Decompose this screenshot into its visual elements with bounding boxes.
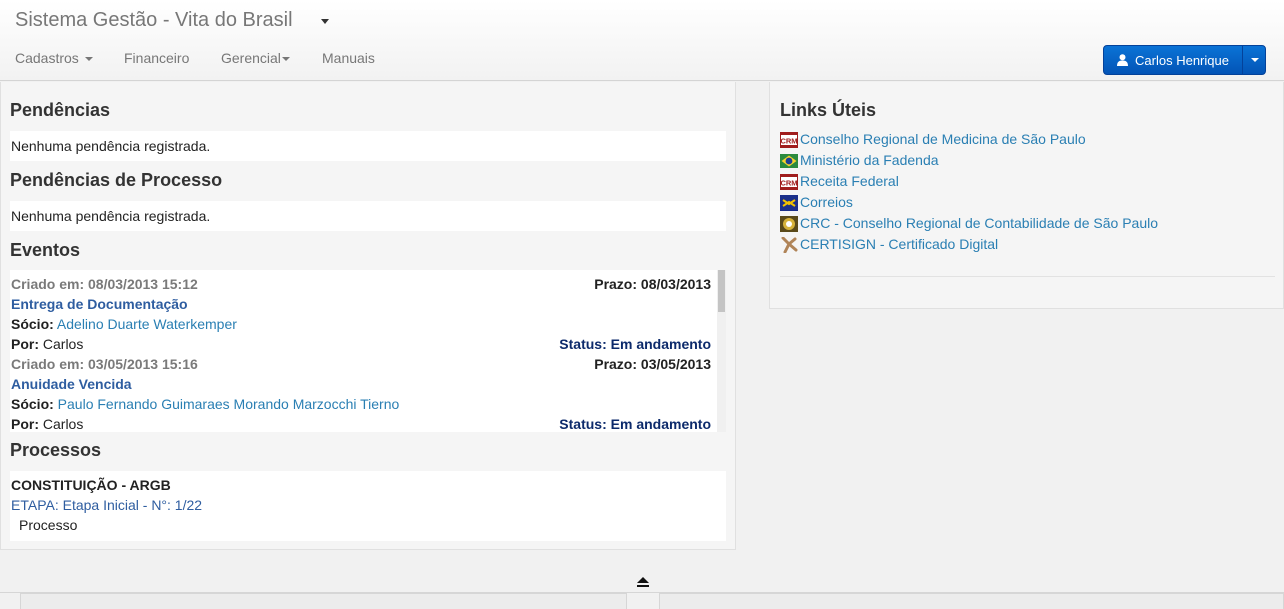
- event-por-row: Por: Carlos Status: Em andamento: [11, 336, 711, 356]
- processo-link[interactable]: Processo: [19, 517, 77, 533]
- event-created-value: 03/05/2013 15:16: [88, 356, 198, 372]
- nav-gerencial-label: Gerencial: [221, 50, 281, 66]
- event-socio-row: Sócio: Adelino Duarte Waterkemper: [11, 316, 711, 336]
- event-title[interactable]: Anuidade Vencida: [11, 376, 132, 392]
- correios-icon: [780, 195, 798, 211]
- app-brand[interactable]: Sistema Gestão - Vita do Brasil: [15, 9, 293, 32]
- link-label: Receita Federal: [800, 173, 899, 189]
- pendencias-processo-title: Pendências de Processo: [10, 170, 223, 190]
- certisign-icon: [781, 237, 798, 253]
- pendencias-title: Pendências: [10, 100, 111, 120]
- event-por-row: Por: Carlos Status: Em andamento: [11, 416, 711, 432]
- user-dropdown-toggle[interactable]: [1242, 46, 1266, 74]
- event-socio-link[interactable]: Adelino Duarte Waterkemper: [57, 316, 237, 332]
- event-status-value: Em andamento: [610, 416, 711, 432]
- event-por-value: Carlos: [42, 416, 84, 432]
- right-panel: Links Úteis CRM Conselho Regional de Med…: [769, 82, 1284, 309]
- event-deadline-value: 08/03/2013: [640, 276, 711, 292]
- processo-etapa: ETAPA: Etapa Inicial - N°: 1/22: [11, 497, 203, 513]
- event-por-label: Por:: [11, 416, 39, 432]
- user-button[interactable]: Carlos Henrique: [1104, 46, 1242, 74]
- svg-text:CRM: CRM: [780, 179, 797, 188]
- event-title[interactable]: Entrega de Documentação: [11, 296, 188, 312]
- event-deadline-label: Prazo:: [594, 356, 638, 372]
- nav-cadastros-label: Cadastros: [15, 50, 79, 66]
- crc-icon: [780, 216, 798, 232]
- event-deadline-label: Prazo:: [594, 276, 638, 292]
- event-deadline: Prazo: 08/03/2013: [594, 276, 711, 292]
- event-created-label: Criado em:: [11, 276, 85, 292]
- brand-dropdown-caret-icon[interactable]: [321, 19, 329, 24]
- processos-title: Processos: [10, 440, 102, 460]
- event-socio-row: Sócio: Paulo Fernando Guimaraes Morando …: [11, 396, 711, 416]
- top-navbar: Sistema Gestão - Vita do Brasil Cadastro…: [0, 0, 1284, 81]
- crm-icon: CRM: [780, 174, 798, 190]
- processo-name: CONSTITUIÇÃO - ARGB: [11, 477, 171, 493]
- event-created-row: Criado em: 03/05/2013 15:16 Prazo: 03/05…: [11, 356, 711, 376]
- user-menu-button-group: Carlos Henrique: [1103, 45, 1266, 75]
- svg-text:CRM: CRM: [780, 137, 797, 146]
- pendencias-box: Nenhuma pendência registrada.: [10, 131, 726, 161]
- pendencias-processo-box: Nenhuma pendência registrada.: [10, 201, 726, 231]
- nav-financeiro-label: Financeiro: [124, 50, 190, 66]
- event-socio-label: Sócio:: [11, 316, 54, 332]
- pendencias-processo-message: Nenhuma pendência registrada.: [11, 208, 211, 224]
- link-label: Correios: [800, 194, 853, 210]
- nav-gerencial[interactable]: Gerencial: [221, 50, 290, 66]
- event-por-label: Por:: [11, 336, 39, 352]
- pendencias-message: Nenhuma pendência registrada.: [11, 138, 211, 154]
- chevron-down-icon: [84, 57, 93, 62]
- event-por-value: Carlos: [42, 336, 84, 352]
- event-status: Status: Em andamento: [559, 416, 711, 432]
- links-uteis-title: Links Úteis: [780, 100, 877, 120]
- event-title-row: Anuidade Vencida: [11, 376, 711, 396]
- link-label: CERTISIGN - Certificado Digital: [800, 236, 999, 252]
- link-label: CRC - Conselho Regional de Contabilidade…: [800, 215, 1159, 231]
- event-socio-link[interactable]: Paulo Fernando Guimaraes Morando Marzocc…: [58, 396, 400, 412]
- eject-icon[interactable]: [636, 575, 650, 591]
- chevron-down-icon: [281, 57, 290, 62]
- event-status-value: Em andamento: [610, 336, 711, 352]
- left-panel: Pendências Nenhuma pendência registrada.…: [0, 82, 736, 550]
- nav-manuais-label: Manuais: [322, 50, 375, 66]
- brazil-flag-icon: [780, 154, 798, 168]
- footer-tab-right[interactable]: [659, 593, 1284, 609]
- nav-manuais[interactable]: Manuais: [322, 50, 375, 66]
- processos-box: CONSTITUIÇÃO - ARGB ETAPA: Etapa Inicial…: [10, 471, 726, 541]
- event-status-label: Status:: [559, 336, 607, 352]
- event-deadline-value: 03/05/2013: [640, 356, 711, 372]
- eventos-scrollbar[interactable]: [717, 270, 726, 432]
- event-deadline: Prazo: 03/05/2013: [594, 356, 711, 372]
- nav-cadastros[interactable]: Cadastros: [15, 50, 93, 66]
- event-socio-label: Sócio:: [11, 396, 54, 412]
- nav-financeiro[interactable]: Financeiro: [124, 50, 189, 66]
- footer-tab-left[interactable]: [20, 593, 627, 609]
- event-status: Status: Em andamento: [559, 336, 711, 352]
- eventos-list[interactable]: Criado em: 08/03/2013 15:12 Prazo: 08/03…: [10, 270, 726, 432]
- chevron-down-icon: [1250, 58, 1259, 62]
- user-icon: [1117, 54, 1129, 66]
- event-created-value: 08/03/2013 15:12: [88, 276, 198, 292]
- user-name: Carlos Henrique: [1135, 52, 1229, 68]
- eventos-scroll-thumb[interactable]: [718, 270, 725, 312]
- link-label: Conselho Regional de Medicina de São Pau…: [800, 131, 1086, 147]
- event-title-row: Entrega de Documentação: [11, 296, 711, 316]
- link-label: Ministério da Fadenda: [800, 152, 939, 168]
- event-status-label: Status:: [559, 416, 607, 432]
- event-created-row: Criado em: 08/03/2013 15:12 Prazo: 08/03…: [11, 276, 711, 296]
- crm-icon: CRM: [780, 132, 798, 148]
- event-created-label: Criado em:: [11, 356, 85, 372]
- links-divider: [780, 276, 1275, 277]
- eventos-title: Eventos: [10, 240, 81, 260]
